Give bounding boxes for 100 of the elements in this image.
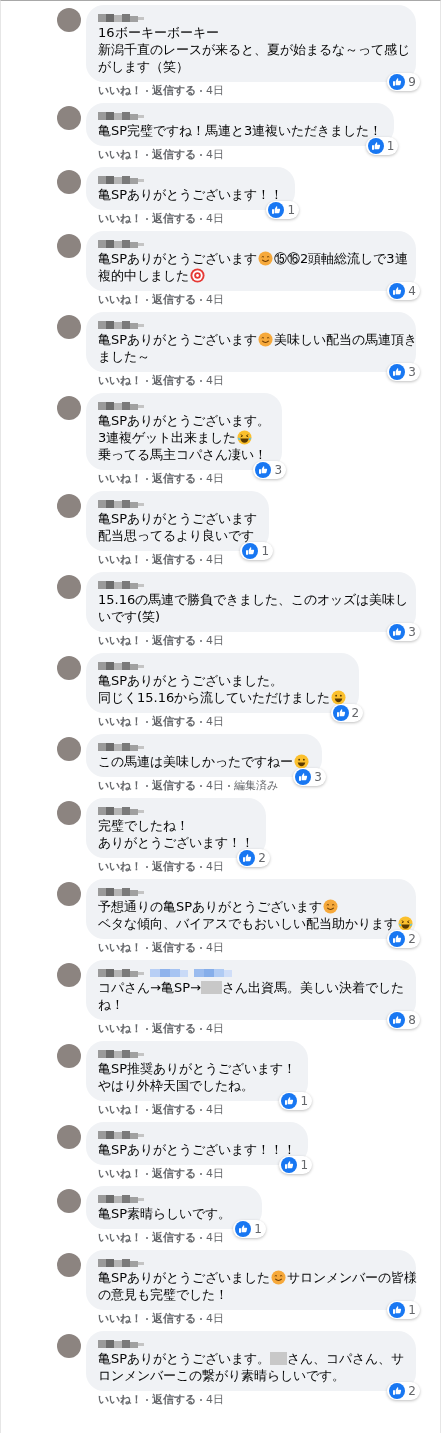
timestamp-link[interactable]: 4日: [206, 1392, 224, 1407]
reply-link[interactable]: 返信する: [152, 211, 196, 226]
like-link[interactable]: いいね！: [98, 633, 142, 648]
like-count-badge[interactable]: 3: [293, 768, 326, 786]
reply-link[interactable]: 返信する: [152, 1166, 196, 1181]
redacted-text: [200, 981, 222, 994]
like-link[interactable]: いいね！: [98, 211, 142, 226]
timestamp-link[interactable]: 4日: [206, 471, 224, 486]
thumbs-up-icon: [367, 138, 384, 154]
thumbs-up-icon: [389, 1383, 406, 1399]
timestamp-link[interactable]: 4日: [206, 1311, 224, 1326]
reply-link[interactable]: 返信する: [152, 552, 196, 567]
comment-text: 配当思ってるより良いです: [98, 527, 254, 544]
like-link[interactable]: いいね！: [98, 714, 142, 729]
like-link[interactable]: いいね！: [98, 859, 142, 874]
reply-link[interactable]: 返信する: [152, 1102, 196, 1117]
avatar[interactable]: [57, 234, 81, 258]
like-count-badge[interactable]: 1: [365, 137, 399, 155]
reply-link[interactable]: 返信する: [152, 1021, 196, 1036]
like-link[interactable]: いいね！: [98, 292, 142, 307]
like-link[interactable]: いいね！: [98, 552, 142, 567]
reply-link[interactable]: 返信する: [152, 147, 196, 162]
timestamp-link[interactable]: 4日: [206, 859, 224, 874]
like-link[interactable]: いいね！: [98, 1392, 142, 1407]
reply-link[interactable]: 返信する: [152, 373, 196, 388]
like-count-badge[interactable]: 1: [266, 201, 300, 219]
blurred-name: [98, 662, 144, 670]
like-count-badge[interactable]: 2: [387, 930, 420, 948]
like-count-badge[interactable]: 1: [387, 1301, 420, 1319]
avatar[interactable]: [57, 8, 81, 32]
avatar[interactable]: [57, 963, 81, 987]
like-link[interactable]: いいね！: [98, 147, 142, 162]
like-count-badge[interactable]: 1: [279, 1156, 313, 1174]
avatar[interactable]: [57, 1334, 81, 1358]
reply-link[interactable]: 返信する: [152, 940, 196, 955]
like-count-badge[interactable]: 2: [330, 704, 364, 722]
reply-link[interactable]: 返信する: [152, 471, 196, 486]
avatar[interactable]: [57, 170, 81, 194]
like-count-badge[interactable]: 8: [387, 1011, 420, 1029]
reply-link[interactable]: 返信する: [152, 1311, 196, 1326]
like-count-badge[interactable]: 3: [387, 623, 420, 641]
comment-text: 完璧でしたね！: [98, 817, 189, 834]
reply-link[interactable]: 返信する: [152, 1230, 196, 1245]
reply-link[interactable]: 返信する: [152, 83, 196, 98]
avatar[interactable]: [57, 575, 81, 599]
comment-text: がします（笑）: [98, 58, 189, 75]
avatar[interactable]: [57, 656, 81, 680]
like-link[interactable]: いいね！: [98, 940, 142, 955]
like-link[interactable]: いいね！: [98, 373, 142, 388]
like-count-badge[interactable]: 1: [240, 542, 274, 560]
reply-link[interactable]: 返信する: [152, 778, 196, 793]
timestamp-link[interactable]: 4日: [206, 1021, 224, 1036]
like-count-badge[interactable]: 3: [387, 363, 420, 381]
avatar[interactable]: [57, 737, 81, 761]
thumbs-up-icon: [239, 850, 256, 866]
timestamp-link[interactable]: 4日: [206, 211, 224, 226]
avatar[interactable]: [57, 801, 81, 825]
timestamp-link[interactable]: 4日: [206, 940, 224, 955]
timestamp-link[interactable]: 4日: [206, 552, 224, 567]
like-link[interactable]: いいね！: [98, 1102, 142, 1117]
timestamp-link[interactable]: 4日: [206, 147, 224, 162]
avatar[interactable]: [57, 1253, 81, 1277]
like-link[interactable]: いいね！: [98, 1311, 142, 1326]
avatar[interactable]: [57, 1189, 81, 1213]
like-link[interactable]: いいね！: [98, 471, 142, 486]
avatar[interactable]: [57, 396, 81, 420]
like-count-badge[interactable]: 1: [233, 1220, 266, 1238]
reply-link[interactable]: 返信する: [152, 714, 196, 729]
like-link[interactable]: いいね！: [98, 1166, 142, 1181]
avatar[interactable]: [57, 1044, 81, 1068]
timestamp-link[interactable]: 4日: [206, 1166, 224, 1181]
timestamp-link[interactable]: 4日: [206, 83, 224, 98]
like-link[interactable]: いいね！: [98, 778, 142, 793]
timestamp-link[interactable]: 4日: [206, 292, 224, 307]
timestamp-link[interactable]: 4日: [206, 714, 224, 729]
timestamp-link[interactable]: 4日: [206, 778, 224, 793]
timestamp-link[interactable]: 4日: [206, 373, 224, 388]
avatar[interactable]: [57, 882, 81, 906]
avatar[interactable]: [57, 494, 81, 518]
reply-link[interactable]: 返信する: [152, 859, 196, 874]
like-count-badge[interactable]: 3: [253, 461, 287, 479]
avatar[interactable]: [57, 106, 81, 130]
timestamp-link[interactable]: 4日: [206, 633, 224, 648]
avatar[interactable]: [57, 1125, 81, 1149]
like-link[interactable]: いいね！: [98, 1230, 142, 1245]
like-count-badge[interactable]: 1: [279, 1092, 313, 1110]
avatar[interactable]: [57, 315, 81, 339]
reply-link[interactable]: 返信する: [152, 1392, 196, 1407]
reply-link[interactable]: 返信する: [152, 292, 196, 307]
like-count-badge[interactable]: 2: [237, 849, 270, 867]
like-link[interactable]: いいね！: [98, 83, 142, 98]
timestamp-link[interactable]: 4日: [206, 1102, 224, 1117]
edited-label: 編集済み: [234, 778, 278, 793]
like-count-badge[interactable]: 2: [387, 1382, 420, 1400]
like-link[interactable]: いいね！: [98, 1021, 142, 1036]
reply-link[interactable]: 返信する: [152, 633, 196, 648]
like-count-badge[interactable]: 4: [387, 282, 420, 300]
comment-text: の意見も完璧でした！: [98, 1286, 228, 1303]
like-count-badge[interactable]: 9: [387, 73, 420, 91]
timestamp-link[interactable]: 4日: [206, 1230, 224, 1245]
